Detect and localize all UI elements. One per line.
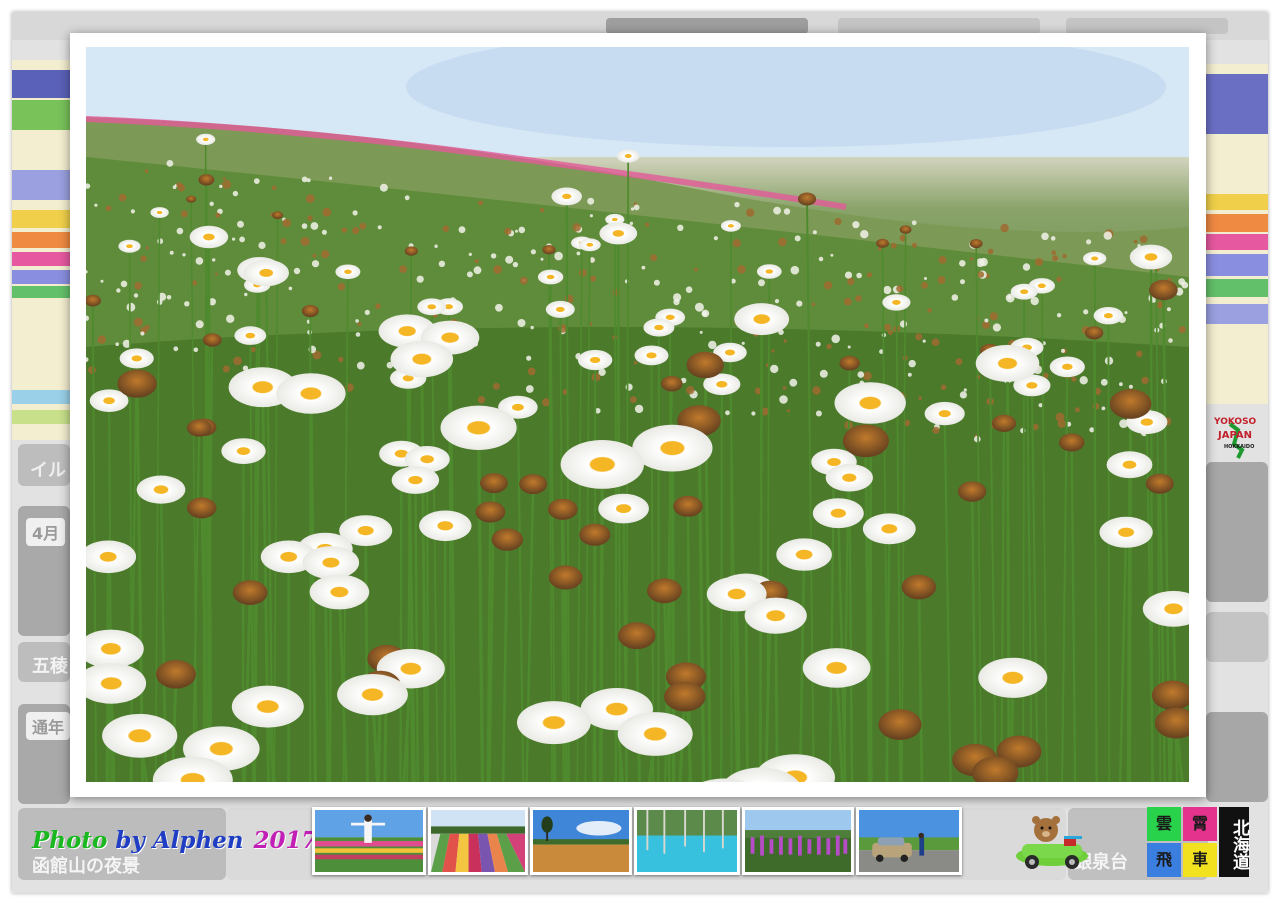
watermark-year: 2017 [253,827,318,854]
bg-label: イル [30,460,66,481]
bg-card [1206,462,1268,602]
logo-cell: 車 [1183,843,1217,877]
thumb-person-flower-field[interactable] [312,807,426,875]
brand-hokkaido: HOKKAIDO [1224,444,1254,450]
yokoso-japan-logo: YOKOSO JAPAN HOKKAIDO [1212,410,1264,462]
thumb-lone-tree-wheat-field[interactable] [530,807,632,875]
bg-label: 五稜 [32,656,68,677]
thumb-striped-flower-fields[interactable] [428,807,528,875]
bg-map-right [1206,64,1268,404]
logo-hokkaido: 北海道 [1219,807,1249,877]
bear-car-mascot-icon [1006,812,1096,872]
main-photo-daisy-field[interactable] [86,47,1189,782]
thumb-lupine-field[interactable] [742,807,854,875]
brand-yokoso: YOKOSO [1213,417,1257,427]
site-logo: 雲 霄 飛 車 北海道 [1147,807,1251,877]
watermark-photo: Photo [32,827,108,854]
bg-label: 4月 [26,518,66,546]
page-stage: イル 4月 五稜 通年 函館山の夜景 銀泉台 Photo by Alphen 2… [12,12,1268,893]
logo-cell: 雲 [1147,807,1181,841]
bg-label: 通年 [26,712,71,740]
bg-top-tab [838,18,1040,34]
brand-japan: JAPAN [1217,430,1252,441]
bg-top-tab [606,18,808,34]
logo-cell: 飛 [1147,843,1181,877]
thumb-blue-pond[interactable] [634,807,740,875]
logo-cell: 霄 [1183,807,1217,841]
thumb-car-roadside[interactable] [856,807,962,875]
bg-map-left [12,60,70,440]
bg-top-tab [1066,18,1228,34]
daisy-field-illustration [86,47,1189,782]
watermark-author: by Alphen [107,827,244,854]
bg-label: 函館山の夜景 [32,856,140,877]
photographer-watermark: Photo by Alphen 2017 [32,827,318,854]
photo-frame [70,33,1206,797]
bg-card [1206,612,1268,662]
bg-card [1206,712,1268,802]
